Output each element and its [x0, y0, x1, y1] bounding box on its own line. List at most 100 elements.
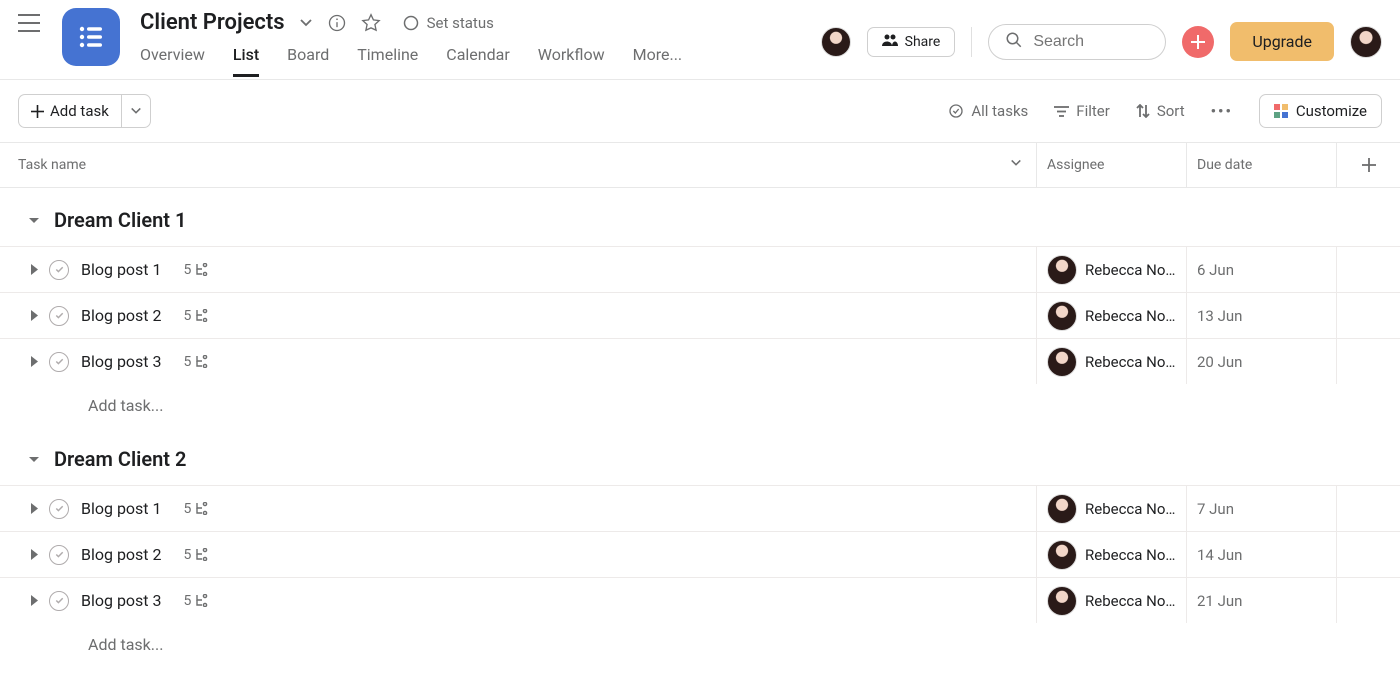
- expand-caret-icon[interactable]: [30, 595, 39, 606]
- info-icon[interactable]: [327, 13, 347, 33]
- add-task-inline[interactable]: Add task...: [0, 623, 1400, 666]
- complete-toggle[interactable]: [49, 306, 69, 326]
- tab-calendar[interactable]: Calendar: [446, 45, 509, 77]
- expand-caret-icon[interactable]: [30, 356, 39, 367]
- filter-button[interactable]: Filter: [1054, 102, 1110, 120]
- section-caret-icon[interactable]: [28, 208, 40, 232]
- assignee-name: Rebecca No...: [1085, 592, 1176, 610]
- expand-caret-icon[interactable]: [30, 310, 39, 321]
- column-assignee[interactable]: Assignee: [1036, 143, 1186, 187]
- tab-board[interactable]: Board: [287, 45, 329, 77]
- assignee-name: Rebecca No...: [1085, 307, 1176, 325]
- task-extra-cell[interactable]: [1336, 532, 1400, 577]
- section-header[interactable]: Dream Client 2: [0, 427, 1400, 485]
- add-task-button[interactable]: Add task: [18, 94, 121, 128]
- task-due-date[interactable]: 20 Jun: [1186, 339, 1336, 384]
- task-row[interactable]: Blog post 3 5 Rebecca No... 20 Jun: [0, 338, 1400, 384]
- project-icon: [62, 8, 120, 66]
- task-due-date[interactable]: 13 Jun: [1186, 293, 1336, 338]
- task-row[interactable]: Blog post 2 5 Rebecca No... 13 Jun: [0, 292, 1400, 338]
- expand-caret-icon[interactable]: [30, 264, 39, 275]
- subtask-count[interactable]: 5: [184, 354, 212, 370]
- task-row[interactable]: Blog post 3 5 Rebecca No... 21 Jun: [0, 577, 1400, 623]
- complete-toggle[interactable]: [49, 260, 69, 280]
- add-task-dropdown[interactable]: [121, 94, 151, 128]
- subtask-count[interactable]: 5: [184, 593, 212, 609]
- task-extra-cell[interactable]: [1336, 339, 1400, 384]
- add-task-inline[interactable]: Add task...: [0, 384, 1400, 427]
- subtask-count[interactable]: 5: [184, 547, 212, 563]
- assignee-name: Rebecca No...: [1085, 546, 1176, 564]
- user-avatar[interactable]: [1350, 26, 1382, 58]
- complete-toggle[interactable]: [49, 591, 69, 611]
- search-input[interactable]: [1033, 33, 1149, 51]
- assignee-name: Rebecca No...: [1085, 500, 1176, 518]
- add-task-label: Add task: [50, 102, 109, 120]
- share-button[interactable]: Share: [867, 27, 956, 57]
- task-due-date[interactable]: 7 Jun: [1186, 486, 1336, 531]
- task-due-date[interactable]: 6 Jun: [1186, 247, 1336, 292]
- section-name: Dream Client 1: [54, 208, 186, 232]
- task-name: Blog post 3: [81, 352, 162, 371]
- column-due-date[interactable]: Due date: [1186, 143, 1336, 187]
- member-avatar[interactable]: [821, 27, 851, 57]
- chevron-down-icon[interactable]: [299, 16, 313, 30]
- all-tasks-button[interactable]: All tasks: [948, 102, 1028, 120]
- task-assignee[interactable]: Rebecca No...: [1036, 293, 1186, 338]
- task-row[interactable]: Blog post 1 5 Rebecca No... 6 Jun: [0, 246, 1400, 292]
- global-add-button[interactable]: [1182, 26, 1214, 58]
- task-extra-cell[interactable]: [1336, 247, 1400, 292]
- task-name: Blog post 2: [81, 545, 162, 564]
- task-row[interactable]: Blog post 1 5 Rebecca No... 7 Jun: [0, 485, 1400, 531]
- upgrade-button[interactable]: Upgrade: [1230, 22, 1334, 61]
- task-name: Blog post 1: [81, 260, 162, 279]
- task-name: Blog post 1: [81, 499, 162, 518]
- subtask-count[interactable]: 5: [184, 308, 212, 324]
- task-assignee[interactable]: Rebecca No...: [1036, 578, 1186, 623]
- assignee-avatar: [1047, 494, 1077, 524]
- divider: [971, 27, 972, 57]
- star-icon[interactable]: [361, 13, 381, 33]
- add-column-button[interactable]: [1336, 143, 1400, 187]
- chevron-down-icon[interactable]: [1010, 157, 1022, 173]
- task-extra-cell[interactable]: [1336, 293, 1400, 338]
- task-name: Blog post 2: [81, 306, 162, 325]
- customize-button[interactable]: Customize: [1259, 94, 1382, 128]
- project-title[interactable]: Client Projects: [140, 10, 285, 35]
- task-due-date[interactable]: 21 Jun: [1186, 578, 1336, 623]
- complete-toggle[interactable]: [49, 545, 69, 565]
- complete-toggle[interactable]: [49, 352, 69, 372]
- menu-icon[interactable]: [18, 14, 40, 36]
- subtask-count[interactable]: 5: [184, 262, 212, 278]
- customize-icon: [1274, 104, 1288, 118]
- task-assignee[interactable]: Rebecca No...: [1036, 486, 1186, 531]
- task-extra-cell[interactable]: [1336, 486, 1400, 531]
- expand-caret-icon[interactable]: [30, 549, 39, 560]
- tab-list[interactable]: List: [233, 45, 259, 77]
- task-row[interactable]: Blog post 2 5 Rebecca No... 14 Jun: [0, 531, 1400, 577]
- section-header[interactable]: Dream Client 1: [0, 188, 1400, 246]
- set-status-button[interactable]: Set status: [403, 14, 494, 32]
- share-label: Share: [905, 34, 941, 50]
- column-task-name[interactable]: Task name: [0, 157, 1036, 173]
- expand-caret-icon[interactable]: [30, 503, 39, 514]
- complete-toggle[interactable]: [49, 499, 69, 519]
- task-assignee[interactable]: Rebecca No...: [1036, 532, 1186, 577]
- tab-workflow[interactable]: Workflow: [538, 45, 605, 77]
- tab-more[interactable]: More...: [633, 45, 683, 77]
- assignee-avatar: [1047, 347, 1077, 377]
- tab-overview[interactable]: Overview: [140, 45, 205, 77]
- all-tasks-label: All tasks: [971, 102, 1028, 120]
- task-extra-cell[interactable]: [1336, 578, 1400, 623]
- tab-timeline[interactable]: Timeline: [357, 45, 418, 77]
- task-name: Blog post 3: [81, 591, 162, 610]
- more-options-icon[interactable]: •••: [1211, 102, 1233, 120]
- section-caret-icon[interactable]: [28, 447, 40, 471]
- search-box[interactable]: [988, 24, 1166, 60]
- task-assignee[interactable]: Rebecca No...: [1036, 339, 1186, 384]
- subtask-count[interactable]: 5: [184, 501, 212, 517]
- sort-button[interactable]: Sort: [1136, 102, 1185, 120]
- task-assignee[interactable]: Rebecca No...: [1036, 247, 1186, 292]
- customize-label: Customize: [1296, 102, 1367, 120]
- task-due-date[interactable]: 14 Jun: [1186, 532, 1336, 577]
